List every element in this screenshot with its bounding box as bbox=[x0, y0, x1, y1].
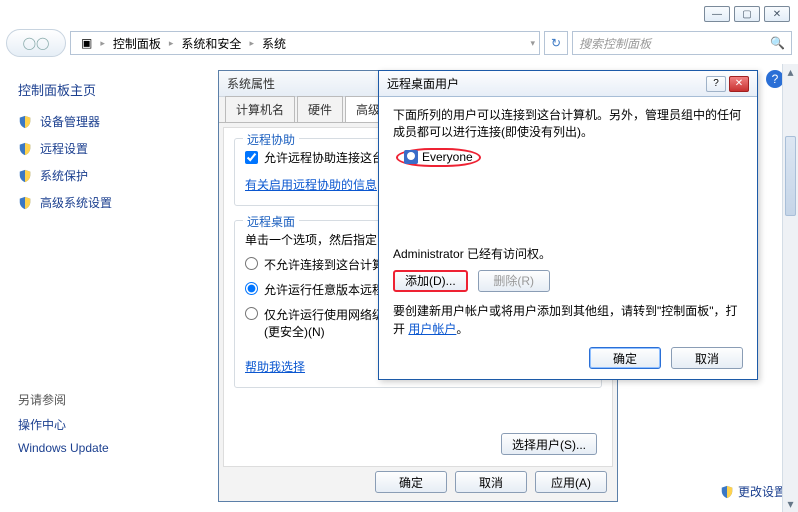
props-footer: 确定 取消 应用(A) bbox=[375, 471, 607, 493]
breadcrumb-seg[interactable]: 系统和安全 bbox=[175, 35, 247, 52]
remove-button: 删除(R) bbox=[478, 270, 550, 292]
shield-icon bbox=[18, 115, 32, 129]
chevron-right-icon: ▸ bbox=[100, 38, 105, 49]
chevron-right-icon: ▸ bbox=[249, 38, 254, 49]
user-list-item[interactable]: Everyone bbox=[396, 148, 740, 167]
minimize-button[interactable]: — bbox=[704, 6, 730, 22]
group-title: 远程协助 bbox=[243, 131, 299, 148]
breadcrumb-root-icon: ▣ bbox=[75, 36, 98, 50]
shield-icon bbox=[18, 169, 32, 183]
rdp-titlebar: 远程桌面用户 ? ✕ bbox=[379, 71, 757, 97]
nav-back-forward[interactable]: ◯◯ bbox=[6, 29, 66, 57]
window-controls: — ▢ ✕ bbox=[704, 6, 790, 22]
sidebar-item-label: 远程设置 bbox=[40, 140, 88, 157]
apply-button[interactable]: 应用(A) bbox=[535, 471, 607, 493]
breadcrumb-seg[interactable]: 控制面板 bbox=[107, 35, 167, 52]
sidebar-item-label: 系统保护 bbox=[40, 167, 88, 184]
address-bar: ◯◯ ▣ ▸ 控制面板 ▸ 系统和安全 ▸ 系统 ▾ ↻ 搜索控制面板 🔍 bbox=[6, 28, 792, 58]
see-also-action-center[interactable]: 操作中心 bbox=[18, 416, 192, 433]
group-title: 远程桌面 bbox=[243, 213, 299, 230]
radio-input[interactable] bbox=[245, 257, 258, 270]
add-button[interactable]: 添加(D)... bbox=[393, 270, 468, 292]
help-me-choose-link[interactable]: 帮助我选择 bbox=[245, 358, 305, 375]
radio-label: 不允许连接到这台计算 bbox=[264, 256, 384, 273]
hint-post: 。 bbox=[456, 322, 468, 336]
breadcrumb-seg[interactable]: 系统 bbox=[256, 35, 292, 52]
sidebar-item-system-protection[interactable]: 系统保护 bbox=[18, 167, 192, 184]
user-accounts-link[interactable]: 用户帐户 bbox=[408, 322, 456, 336]
sidebar-title: 控制面板主页 bbox=[18, 80, 192, 99]
user-name: Everyone bbox=[422, 150, 473, 164]
shield-icon bbox=[18, 142, 32, 156]
rdp-footer: 确定 取消 bbox=[589, 347, 743, 369]
radio-label: 允许运行任意版本远程 bbox=[264, 281, 384, 298]
remote-assistance-info-link[interactable]: 有关启用远程协助的信息 bbox=[245, 176, 377, 193]
see-also-windows-update[interactable]: Windows Update bbox=[18, 441, 192, 455]
scroll-thumb[interactable] bbox=[785, 136, 796, 216]
see-also-heading: 另请参阅 bbox=[18, 391, 192, 408]
rdp-title-text: 远程桌面用户 bbox=[387, 75, 459, 92]
user-list[interactable]: Everyone bbox=[393, 145, 743, 235]
shield-icon bbox=[18, 196, 32, 210]
ok-button[interactable]: 确定 bbox=[375, 471, 447, 493]
sidebar-item-label: 高级系统设置 bbox=[40, 194, 112, 211]
cancel-button[interactable]: 取消 bbox=[455, 471, 527, 493]
ok-button[interactable]: 确定 bbox=[589, 347, 661, 369]
breadcrumb[interactable]: ▣ ▸ 控制面板 ▸ 系统和安全 ▸ 系统 ▾ bbox=[70, 31, 540, 55]
search-input[interactable]: 搜索控制面板 🔍 bbox=[572, 31, 792, 55]
radio-input[interactable] bbox=[245, 282, 258, 295]
change-settings-link[interactable]: 更改设置 bbox=[720, 483, 786, 500]
close-titlebar-button[interactable]: ✕ bbox=[729, 76, 749, 92]
scroll-down-icon[interactable]: ▾ bbox=[783, 496, 798, 512]
chevron-right-icon: ▸ bbox=[169, 38, 174, 49]
search-icon: 🔍 bbox=[770, 36, 785, 50]
sidebar: 控制面板主页 设备管理器 远程设置 系统保护 高级系统设置 另请参阅 操作中心 … bbox=[0, 64, 210, 512]
shield-icon bbox=[720, 485, 734, 499]
user-icon bbox=[404, 150, 418, 164]
admin-access-note: Administrator 已经有访问权。 bbox=[393, 245, 743, 262]
radio-input[interactable] bbox=[245, 307, 258, 320]
sidebar-item-label: 设备管理器 bbox=[40, 113, 100, 130]
help-titlebar-button[interactable]: ? bbox=[706, 76, 726, 92]
maximize-button[interactable]: ▢ bbox=[734, 6, 760, 22]
rdp-body: 下面所列的用户可以连接到这台计算机。另外，管理员组中的任何成员都可以进行连接(即… bbox=[379, 97, 757, 348]
remote-desktop-users-dialog: 远程桌面用户 ? ✕ 下面所列的用户可以连接到这台计算机。另外，管理员组中的任何… bbox=[378, 70, 758, 380]
close-button[interactable]: ✕ bbox=[764, 6, 790, 22]
sidebar-item-remote-settings[interactable]: 远程设置 bbox=[18, 140, 192, 157]
annotation-circle: Everyone bbox=[396, 148, 481, 167]
checkbox-label: 允许远程协助连接这台 bbox=[264, 149, 384, 166]
sidebar-item-device-manager[interactable]: 设备管理器 bbox=[18, 113, 192, 130]
sidebar-item-advanced-settings[interactable]: 高级系统设置 bbox=[18, 194, 192, 211]
scroll-up-icon[interactable]: ▴ bbox=[783, 64, 798, 80]
refresh-button[interactable]: ↻ bbox=[544, 31, 568, 55]
change-settings-label: 更改设置 bbox=[738, 483, 786, 500]
add-remove-row: 添加(D)... 删除(R) bbox=[393, 270, 743, 292]
tab-computer-name[interactable]: 计算机名 bbox=[225, 96, 295, 122]
checkbox-input[interactable] bbox=[245, 151, 258, 164]
tab-hardware[interactable]: 硬件 bbox=[297, 96, 343, 122]
rdp-description: 下面所列的用户可以连接到这台计算机。另外，管理员组中的任何成员都可以进行连接(即… bbox=[393, 107, 743, 141]
vertical-scrollbar[interactable]: ▴ ▾ bbox=[782, 64, 798, 512]
select-users-button[interactable]: 选择用户(S)... bbox=[501, 433, 597, 455]
search-placeholder: 搜索控制面板 bbox=[579, 35, 651, 52]
cancel-button[interactable]: 取消 bbox=[671, 347, 743, 369]
dropdown-icon[interactable]: ▾ bbox=[530, 38, 535, 49]
hint-text: 要创建新用户帐户或将用户添加到其他组，请转到"控制面板"，打开 用户帐户。 bbox=[393, 302, 743, 338]
